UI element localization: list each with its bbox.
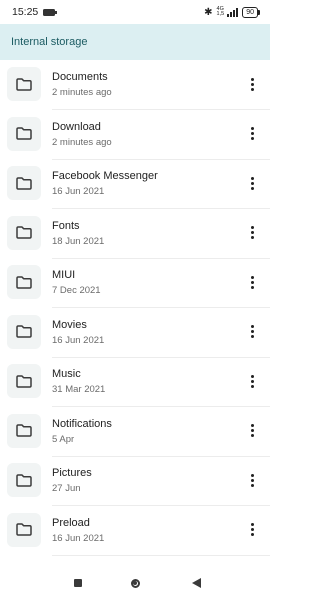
folder-date: 7 Dec 2021 [52,285,101,296]
divider [52,505,270,506]
folder-icon [7,166,41,200]
folder-icon [7,512,41,547]
folder-name: MIUI [52,269,76,281]
folder-icon [7,314,41,349]
more-vert-icon[interactable] [244,123,260,145]
more-vert-icon[interactable] [244,321,260,343]
folder-row[interactable]: Notifications 5 Apr [0,409,270,457]
divider [52,158,270,160]
home-button[interactable] [125,574,145,592]
back-button[interactable] [186,574,206,592]
folder-icon [7,413,41,448]
divider [52,406,270,407]
page-title: Internal storage [11,36,88,48]
divider [52,455,270,457]
folder-name: Music [52,368,81,380]
folder-date: 18 Jun 2021 [52,235,105,247]
network-type: 4G 1,5 [216,6,225,17]
folder-date: 5 Apr [52,433,75,445]
folder-row[interactable]: Preload 16 Jun 2021 [0,508,270,556]
more-vert-icon[interactable] [244,519,260,541]
more-vert-icon[interactable] [244,420,260,442]
folder-date: 31 Mar 2021 [52,384,106,395]
more-vert-icon[interactable] [244,73,260,95]
folder-icon [7,265,41,299]
divider [52,257,270,259]
folder-date: 2 minutes ago [52,87,112,98]
notification-icon [43,8,58,16]
divider [52,307,270,308]
folder-row[interactable]: MIUI 7 Dec 2021 [0,260,270,308]
folder-row[interactable]: Fonts 18 Jun 2021 [0,211,270,259]
battery-level: 90 [246,8,254,16]
folder-name: Fonts [52,219,80,232]
divider [52,356,270,358]
more-vert-icon[interactable] [244,222,260,244]
more-vert-icon[interactable] [244,370,260,392]
folder-icon [7,67,41,101]
folder-date: 2 minutes ago [52,136,112,148]
bluetooth-icon: ✱ [204,6,213,18]
status-bar: 15:25 ✱ 4G 1,5 90 [0,0,270,24]
folder-name: Facebook Messenger [52,170,158,182]
network-sub: 1,5 [216,11,225,17]
folder-date: 16 Jun 2021 [52,532,105,544]
folder-date: 27 Jun [52,483,81,494]
status-time: 15:25 [12,6,39,18]
folder-name: Documents [52,71,108,83]
folder-name: Download [52,120,101,133]
folder-icon [7,364,41,398]
more-vert-icon[interactable] [244,469,260,491]
folder-icon [7,215,41,250]
recent-apps-button[interactable] [68,574,88,592]
folder-row[interactable]: Music 31 Mar 2021 [0,359,270,407]
app-header: Internal storage [0,24,270,60]
folder-date: 16 Jun 2021 [52,334,105,346]
folder-name: Preload [52,516,90,529]
more-vert-icon[interactable] [244,172,260,194]
folder-name: Movies [52,318,87,331]
signal-icon [227,7,239,17]
folder-row[interactable]: Documents 2 minutes ago [0,62,270,110]
folder-row[interactable]: Facebook Messenger 16 Jun 2021 [0,161,270,209]
folder-row[interactable]: Download 2 minutes ago [0,112,270,160]
folder-date: 16 Jun 2021 [52,186,105,197]
folder-row[interactable]: Pictures 27 Jun [0,458,270,506]
folder-icon [7,463,41,497]
folder-name: Pictures [52,467,92,479]
more-vert-icon[interactable] [244,271,260,293]
battery-icon: 90 [242,6,260,18]
divider [52,208,270,209]
folder-row[interactable]: Movies 16 Jun 2021 [0,310,270,358]
divider [52,109,270,110]
navigation-bar [0,566,270,600]
folder-name: Notifications [52,417,112,430]
divider [52,554,270,556]
folder-icon [7,116,41,151]
